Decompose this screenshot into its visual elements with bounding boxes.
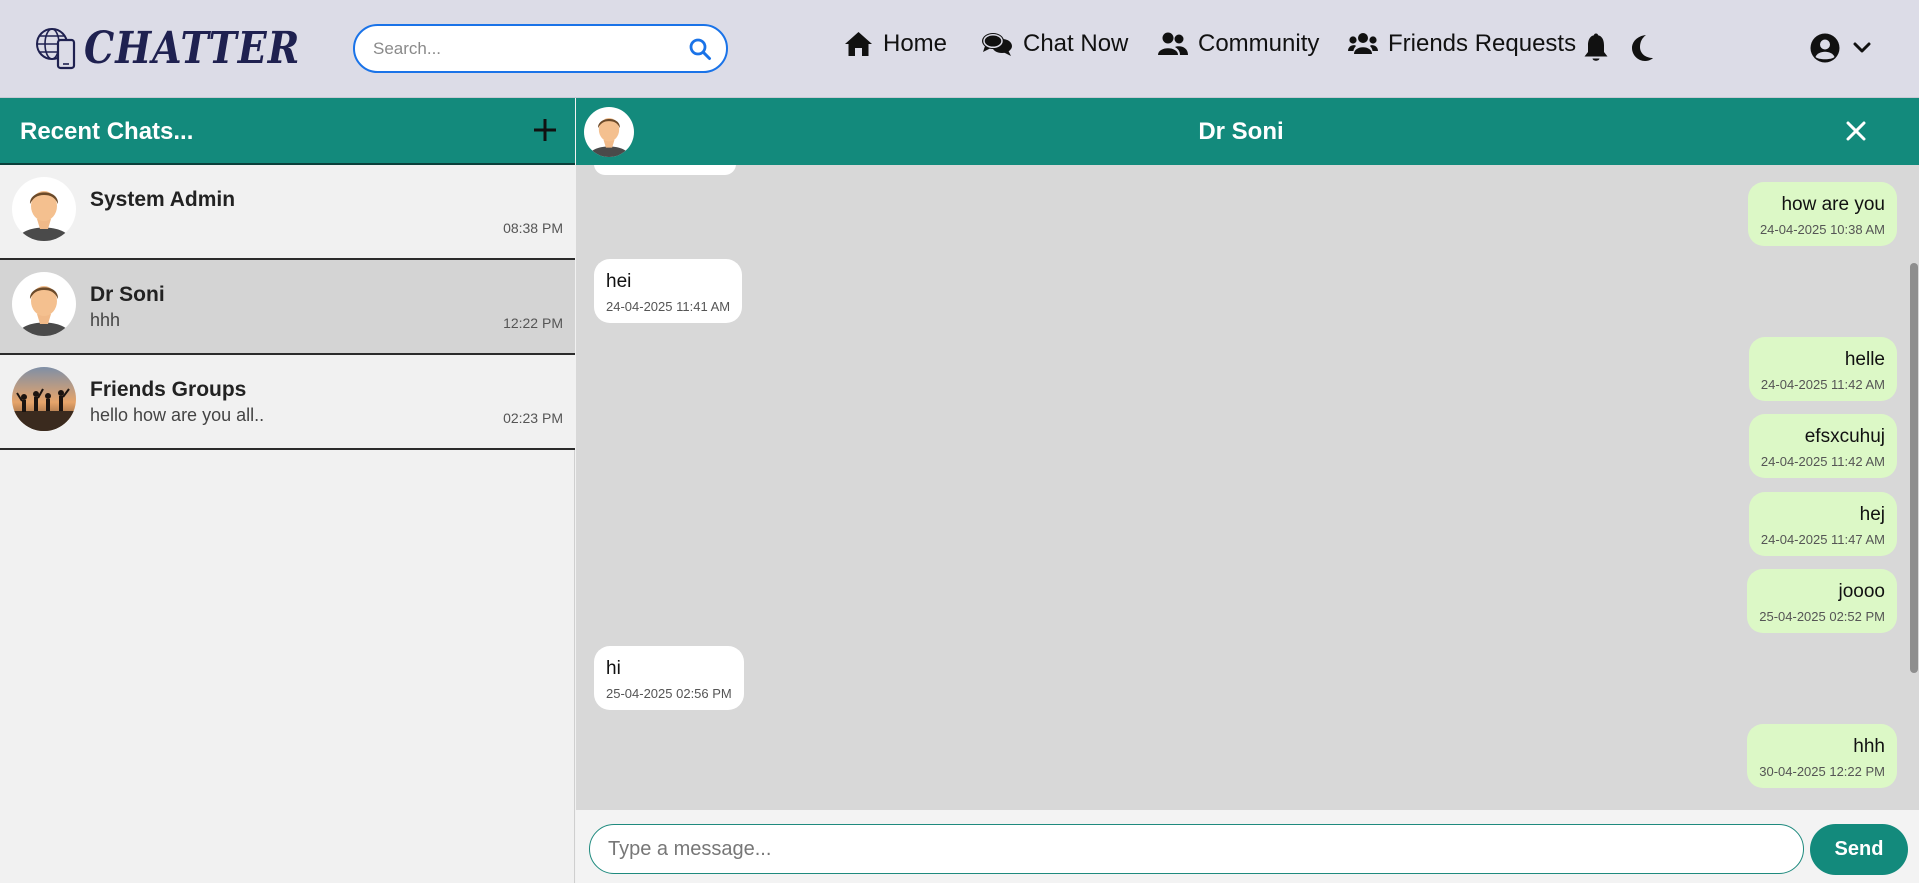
search-icon[interactable] [688, 37, 712, 61]
group-avatar [12, 367, 76, 431]
message-bubble-outgoing: joooo 25-04-2025 02:52 PM [1747, 569, 1897, 633]
nav-home[interactable]: Home [844, 30, 947, 58]
avatar [12, 272, 76, 336]
search-box [353, 24, 728, 73]
message-bubble-incoming: hei 24-04-2025 11:41 AM [594, 259, 743, 323]
plus-icon[interactable] [532, 117, 558, 143]
chevron-down-icon[interactable] [1853, 42, 1871, 54]
recent-chats-panel: Recent Chats... System Admin 08:38 PM Dr… [0, 98, 575, 883]
message-input[interactable] [589, 824, 1804, 874]
chat-preview: hhh [90, 310, 121, 330]
chat-preview: hello how are you all.. [90, 405, 265, 425]
conversation-title: Dr Soni [1198, 118, 1284, 145]
message-time: 24-04-2025 10:38 AM [1759, 222, 1885, 237]
message-bubble-outgoing: hhh 30-04-2025 12:22 PM [1747, 724, 1897, 788]
nav-community[interactable]: Community [1158, 30, 1319, 58]
chat-list-item[interactable]: System Admin 08:38 PM [0, 165, 575, 260]
chat-name: Friends Groups [90, 378, 247, 401]
moon-icon[interactable] [1630, 34, 1654, 62]
message-bubble-outgoing: efsxcuhuj 24-04-2025 11:42 AM [1748, 414, 1897, 478]
message-bubble-outgoing: how are you 24-04-2025 10:38 AM [1747, 182, 1897, 246]
message-time: 24-04-2025 11:41 AM [606, 299, 731, 314]
nav-chat-now[interactable]: Chat Now [981, 30, 1128, 58]
chat-list-item[interactable]: Dr Soni hhh 12:22 PM [0, 260, 575, 355]
recent-chats-title: Recent Chats... [20, 118, 194, 145]
recent-chats-header: Recent Chats... [0, 98, 575, 165]
conversation-header: Dr Soni [576, 98, 1919, 165]
chat-name: Dr Soni [90, 283, 165, 306]
close-icon[interactable] [1845, 120, 1867, 142]
message-composer: Send [576, 810, 1919, 883]
message-text: hei [606, 271, 632, 292]
chat-time: 12:22 PM [503, 315, 563, 331]
top-navbar: CHATTER Home Chat Now Community [0, 0, 1919, 98]
message-time: 24-04-2025 11:47 AM [1760, 532, 1885, 547]
message-text: hhh [1853, 736, 1885, 757]
chat-bubbles-icon [982, 33, 1012, 56]
nav-chat-now-label: Chat Now [1023, 30, 1129, 57]
bell-icon[interactable] [1583, 33, 1609, 63]
home-icon [845, 32, 872, 56]
message-text: joooo [1838, 581, 1886, 602]
message-text: hi [606, 658, 621, 679]
nav-home-label: Home [883, 30, 948, 57]
message-text: efsxcuhuj [1804, 426, 1885, 447]
chat-name: System Admin [90, 188, 236, 211]
message-text: hej [1859, 504, 1885, 525]
message-bubble-outgoing: hej 24-04-2025 11:47 AM [1748, 492, 1897, 556]
globe-phone-icon [36, 28, 76, 70]
scrollbar-thumb[interactable] [1910, 263, 1918, 673]
brand-name: CHATTER [84, 21, 301, 73]
users-icon [1158, 32, 1188, 55]
message-text: how are you [1781, 194, 1885, 215]
message-bubble-incoming: hi 25-04-2025 02:56 PM [594, 646, 744, 710]
nav-community-label: Community [1198, 30, 1320, 57]
chat-time: 08:38 PM [503, 220, 563, 236]
send-button[interactable]: Send [1810, 824, 1908, 875]
message-list: how are you 24-04-2025 10:38 AM hei 24-0… [576, 165, 1919, 810]
message-bubble-partial [594, 165, 736, 175]
nav-friends-requests-label: Friends Requests [1388, 30, 1577, 57]
message-time: 25-04-2025 02:52 PM [1759, 609, 1885, 624]
brand-logo[interactable]: CHATTER [34, 21, 301, 73]
message-time: 25-04-2025 02:56 PM [606, 686, 732, 701]
chat-list-item[interactable]: Friends Groups hello how are you all.. 0… [0, 355, 575, 450]
message-time: 30-04-2025 12:22 PM [1759, 764, 1885, 779]
chat-time: 02:23 PM [503, 410, 563, 426]
message-text: helle [1844, 349, 1885, 370]
nav-friends-requests[interactable]: Friends Requests [1348, 30, 1576, 58]
user-circle-icon[interactable] [1810, 33, 1840, 63]
message-time: 24-04-2025 11:42 AM [1760, 454, 1885, 469]
message-time: 24-04-2025 11:42 AM [1760, 377, 1885, 392]
user-group-icon [1348, 33, 1378, 54]
avatar [12, 177, 76, 241]
search-input[interactable] [373, 36, 673, 62]
message-bubble-outgoing: helle 24-04-2025 11:42 AM [1748, 337, 1897, 401]
